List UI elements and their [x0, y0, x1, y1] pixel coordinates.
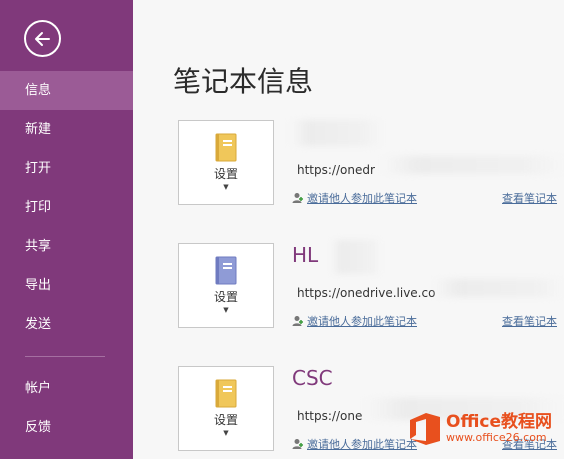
invite-link-label: 邀请他人参加此笔记本 — [307, 192, 417, 205]
view-notebook-link[interactable]: 查看笔记本 — [502, 190, 557, 206]
nav-item-new[interactable]: 新建 — [0, 110, 133, 149]
office-logo-icon — [406, 411, 442, 447]
settings-label: 设置 — [213, 413, 238, 427]
main-panel: 笔记本信息 设置 ▼ https://onedr 邀请他人参加此笔记本 查看笔记… — [133, 0, 564, 459]
nav-item-share[interactable]: 共享 — [0, 227, 133, 266]
nav-divider — [25, 356, 105, 357]
page-title: 笔记本信息 — [173, 65, 314, 98]
notebook-url: https://one — [297, 409, 363, 423]
watermark-title: Office教程网 — [446, 412, 553, 432]
notebook-settings-button[interactable]: 设置 ▼ — [178, 366, 274, 451]
notebook-settings-button[interactable]: 设置 ▼ — [178, 243, 274, 328]
notebook-icon — [215, 256, 237, 285]
nav-item-info[interactable]: 信息 — [0, 71, 133, 110]
backstage-nav: 信息 新建 打开 打印 共享 导出 发送 帐户 反馈 — [0, 71, 133, 447]
settings-label: 设置 — [213, 290, 238, 304]
invite-link-label: 邀请他人参加此笔记本 — [307, 315, 417, 328]
redacted-area — [433, 279, 564, 297]
notebook-icon — [215, 133, 237, 162]
chevron-down-icon: ▼ — [223, 429, 229, 437]
notebook-settings-button[interactable]: 设置 ▼ — [178, 120, 274, 205]
redacted-area — [383, 156, 564, 174]
add-person-icon — [292, 193, 303, 203]
invite-link-label: 邀请他人参加此笔记本 — [307, 438, 417, 451]
invite-link[interactable]: 邀请他人参加此笔记本 — [292, 313, 417, 329]
settings-label: 设置 — [213, 167, 238, 181]
notebook-url: https://onedrive.live.co — [297, 286, 436, 300]
notebook-icon — [215, 379, 237, 408]
nav-item-print[interactable]: 打印 — [0, 188, 133, 227]
invite-link[interactable]: 邀请他人参加此笔记本 — [292, 436, 417, 452]
add-person-icon — [292, 439, 303, 449]
nav-item-account[interactable]: 帐户 — [0, 369, 133, 408]
backstage-sidebar: 信息 新建 打开 打印 共享 导出 发送 帐户 反馈 — [0, 0, 133, 459]
nav-item-open[interactable]: 打开 — [0, 149, 133, 188]
back-button[interactable] — [24, 20, 61, 57]
add-person-icon — [292, 316, 303, 326]
view-notebook-link[interactable]: 查看笔记本 — [502, 313, 557, 329]
back-arrow-icon — [34, 31, 50, 46]
chevron-down-icon: ▼ — [223, 306, 229, 314]
chevron-down-icon: ▼ — [223, 183, 229, 191]
watermark-url: www.office26.com — [446, 431, 547, 444]
redacted-area — [331, 240, 381, 274]
nav-item-send[interactable]: 发送 — [0, 305, 133, 344]
notebook-name: CSC — [292, 366, 333, 390]
site-watermark: Office教程网 www.office26.com — [406, 407, 558, 451]
invite-link[interactable]: 邀请他人参加此笔记本 — [292, 190, 417, 206]
nav-item-feedback[interactable]: 反馈 — [0, 408, 133, 447]
redacted-area — [291, 120, 381, 146]
notebook-name: HL — [292, 243, 319, 267]
nav-item-export[interactable]: 导出 — [0, 266, 133, 305]
notebook-url: https://onedr — [297, 163, 375, 177]
